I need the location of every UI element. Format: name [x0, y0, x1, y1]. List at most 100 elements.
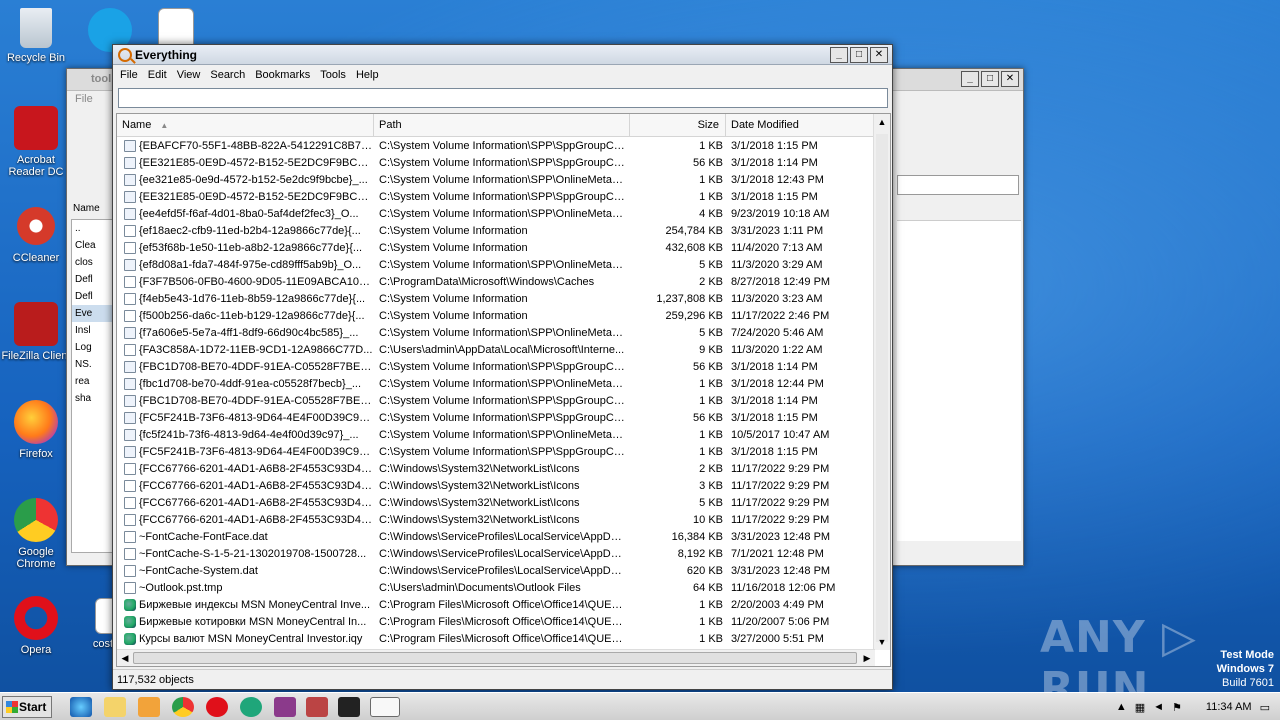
- maximize-button[interactable]: □: [981, 71, 999, 87]
- minimize-button[interactable]: _: [961, 71, 979, 87]
- table-row[interactable]: Биржевые индексы MSN MoneyCentral Inve..…: [117, 597, 875, 614]
- table-row[interactable]: {ee321e85-0e9d-4572-b152-5e2dc9f9bcbe}_.…: [117, 172, 875, 189]
- menu-help[interactable]: Help: [351, 69, 384, 81]
- scroll-up-icon[interactable]: ▲: [874, 114, 890, 130]
- list-item[interactable]: Clea: [72, 237, 114, 254]
- table-row[interactable]: {EBAFCF70-55F1-48BB-822A-5412291C8B75...…: [117, 138, 875, 155]
- menu-search[interactable]: Search: [205, 69, 250, 81]
- table-row[interactable]: {ef8d08a1-fda7-484f-975e-cd89fff5ab9b}_O…: [117, 257, 875, 274]
- chrome-icon[interactable]: [172, 697, 194, 717]
- show-desktop-icon[interactable]: ▭: [1260, 701, 1270, 714]
- table-row[interactable]: {FBC1D708-BE70-4DDF-91EA-C05528F7BECB...…: [117, 359, 875, 376]
- horizontal-scroll-thumb[interactable]: [133, 652, 857, 664]
- network-icon[interactable]: ▦: [1135, 701, 1145, 714]
- table-row[interactable]: {FCC67766-6201-4AD1-A6B8-2F4553C93D47...…: [117, 461, 875, 478]
- table-row[interactable]: {EE321E85-0E9D-4572-B152-5E2DC9F9BCBE...…: [117, 189, 875, 206]
- background-menu-file[interactable]: File: [75, 93, 93, 105]
- everything-titlebar[interactable]: Everything _ □ ✕: [113, 45, 892, 65]
- everything-window[interactable]: Everything _ □ ✕ File Edit View Search B…: [112, 44, 893, 690]
- table-row[interactable]: {FC5F241B-73F6-4813-9D64-4E4F00D39C97...…: [117, 444, 875, 461]
- opera-icon[interactable]: [206, 697, 228, 717]
- internet-explorer-icon[interactable]: [70, 697, 92, 717]
- everything-taskbar-button[interactable]: [370, 697, 400, 717]
- table-row[interactable]: {f500b256-da6c-11eb-b129-12a9866c77de}{.…: [117, 308, 875, 325]
- scroll-track[interactable]: [876, 134, 888, 642]
- table-row[interactable]: ~FontCache-S-1-5-21-1302019708-1500728..…: [117, 546, 875, 563]
- results-list[interactable]: Name ▲ Path Size Date Modified {EBAFCF70…: [116, 113, 891, 667]
- search-input[interactable]: [118, 88, 888, 108]
- tray-arrow-icon[interactable]: ▲: [1116, 701, 1127, 713]
- maximize-button[interactable]: □: [850, 47, 868, 63]
- column-header-path[interactable]: Path: [374, 114, 630, 137]
- horizontal-scrollbar[interactable]: ◀ ▶: [117, 649, 875, 666]
- volume-icon[interactable]: ◄: [1153, 701, 1164, 713]
- query-file-icon: [124, 616, 136, 628]
- table-row[interactable]: {EE321E85-0E9D-4572-B152-5E2DC9F9BCBE...…: [117, 155, 875, 172]
- close-button[interactable]: ✕: [870, 47, 888, 63]
- table-row[interactable]: ~Outlook.pst.tmp C:\Users\admin\Documents…: [117, 580, 875, 597]
- table-row[interactable]: {FCC67766-6201-4AD1-A6B8-2F4553C93D47...…: [117, 495, 875, 512]
- firefox-icon[interactable]: Firefox: [0, 400, 72, 460]
- column-header-size[interactable]: Size: [630, 114, 726, 137]
- vertical-scrollbar[interactable]: ▲ ▼: [873, 114, 890, 650]
- minimize-button[interactable]: _: [830, 47, 848, 63]
- table-row[interactable]: {F3F7B506-0FB0-4600-9D05-11E09ABCA102...…: [117, 274, 875, 291]
- list-item[interactable]: ..: [72, 220, 114, 237]
- table-row[interactable]: {fbc1d708-be70-4ddf-91ea-c05528f7becb}_.…: [117, 376, 875, 393]
- menu-view[interactable]: View: [172, 69, 206, 81]
- ccleaner-icon[interactable]: CCleaner: [0, 204, 72, 264]
- scroll-right-icon[interactable]: ▶: [859, 650, 875, 666]
- list-item[interactable]: Eve: [72, 305, 114, 322]
- table-row[interactable]: {FA3C858A-1D72-11EB-9CD1-12A9866C77D... C…: [117, 342, 875, 359]
- recycle-bin-icon[interactable]: Recycle Bin: [0, 8, 72, 64]
- list-item[interactable]: rea: [72, 373, 114, 390]
- scroll-left-icon[interactable]: ◀: [117, 650, 133, 666]
- close-button[interactable]: ✕: [1001, 71, 1019, 87]
- list-item[interactable]: sha: [72, 390, 114, 407]
- list-item[interactable]: Defl: [72, 288, 114, 305]
- start-button[interactable]: Start: [2, 696, 52, 718]
- chrome-icon[interactable]: Google Chrome: [0, 498, 72, 570]
- table-row[interactable]: {FBC1D708-BE70-4DDF-91EA-C05528F7BECB...…: [117, 393, 875, 410]
- opera-icon[interactable]: Opera: [0, 596, 72, 656]
- background-address-combo[interactable]: [897, 175, 1019, 195]
- table-row[interactable]: {fc5f241b-73f6-4813-9d64-4e4f00d39c97}_.…: [117, 427, 875, 444]
- list-item[interactable]: NS.: [72, 356, 114, 373]
- menu-file[interactable]: File: [115, 69, 143, 81]
- table-row[interactable]: {FC5F241B-73F6-4813-9D64-4E4F00D39C97...…: [117, 410, 875, 427]
- list-item[interactable]: clos: [72, 254, 114, 271]
- list-item[interactable]: Defl: [72, 271, 114, 288]
- menu-edit[interactable]: Edit: [143, 69, 172, 81]
- edge-icon[interactable]: [240, 697, 262, 717]
- app-icon[interactable]: [306, 697, 328, 717]
- table-row[interactable]: {ef53f68b-1e50-11eb-a8b2-12a9866c77de}{.…: [117, 240, 875, 257]
- column-header-name[interactable]: Name ▲: [117, 114, 374, 137]
- table-row[interactable]: {ef18aec2-cfb9-11ed-b2b4-12a9866c77de}{.…: [117, 223, 875, 240]
- table-row[interactable]: ~FontCache-FontFace.dat C:\Windows\Servic…: [117, 529, 875, 546]
- winrar-icon[interactable]: [274, 697, 296, 717]
- media-player-icon[interactable]: [138, 697, 160, 717]
- menu-tools[interactable]: Tools: [315, 69, 351, 81]
- file-explorer-icon[interactable]: [104, 697, 126, 717]
- file-size: 1 KB: [699, 378, 723, 390]
- file-icon: [124, 531, 136, 543]
- table-row[interactable]: {ee4efd5f-f6af-4d01-8ba0-5af4def2fec3}_O…: [117, 206, 875, 223]
- column-header-date[interactable]: Date Modified: [726, 114, 875, 137]
- table-row[interactable]: {FCC67766-6201-4AD1-A6B8-2F4553C93D47...…: [117, 512, 875, 529]
- filezilla-icon[interactable]: FileZilla Client: [0, 302, 72, 362]
- scroll-down-icon[interactable]: ▼: [874, 634, 890, 650]
- table-row[interactable]: Биржевые котировки MSN MoneyCentral In..…: [117, 614, 875, 631]
- list-item[interactable]: Insl: [72, 322, 114, 339]
- table-row[interactable]: {f4eb5e43-1d76-11eb-8b59-12a9866c77de}{.…: [117, 291, 875, 308]
- flag-icon[interactable]: ⚑: [1172, 701, 1182, 714]
- table-row[interactable]: ~FontCache-System.dat C:\Windows\ServiceP…: [117, 563, 875, 580]
- list-item[interactable]: Log: [72, 339, 114, 356]
- table-row[interactable]: {FCC67766-6201-4AD1-A6B8-2F4553C93D47...…: [117, 478, 875, 495]
- clock[interactable]: 11:34 AM: [1206, 701, 1252, 713]
- menu-bookmarks[interactable]: Bookmarks: [250, 69, 315, 81]
- cmd-icon[interactable]: [338, 697, 360, 717]
- file-path: C:\Users\admin\Documents\Outlook Files: [379, 582, 581, 594]
- acrobat-reader-icon[interactable]: Acrobat Reader DC: [0, 106, 72, 178]
- table-row[interactable]: Курсы валют MSN MoneyCentral Investor.iq…: [117, 631, 875, 648]
- table-row[interactable]: {f7a606e5-5e7a-4ff1-8df9-66d90c4bc585}_.…: [117, 325, 875, 342]
